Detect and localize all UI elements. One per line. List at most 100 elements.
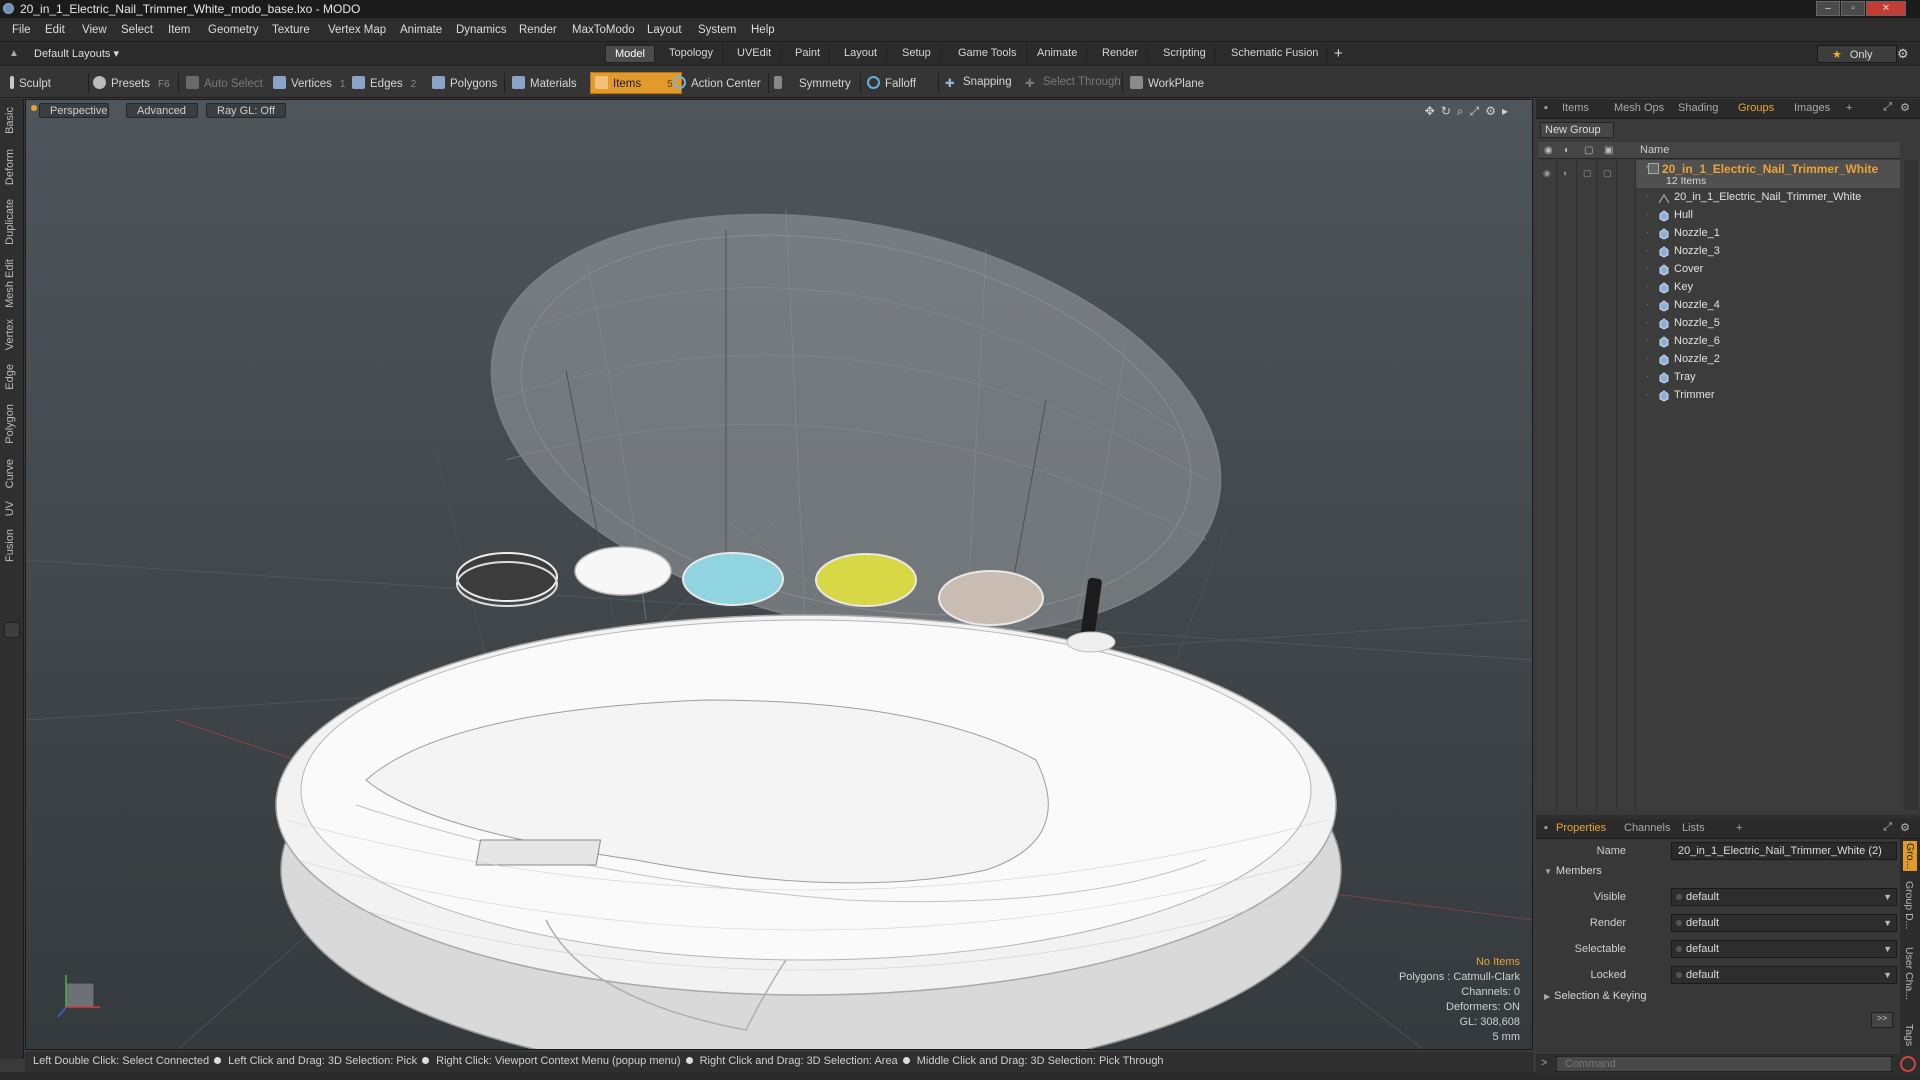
- presets-button[interactable]: Presets F6: [93, 72, 170, 94]
- menu-dynamics[interactable]: Dynamics: [456, 24, 506, 36]
- command-input[interactable]: [1556, 1056, 1892, 1072]
- tab-uvedit[interactable]: UVEdit: [728, 45, 782, 63]
- tab-game-tools[interactable]: Game Tools: [949, 45, 1027, 63]
- vtab-uv[interactable]: UV: [4, 501, 16, 516]
- visibility-column-icon[interactable]: ◉: [1544, 145, 1556, 156]
- visible-dropdown[interactable]: default ▼: [1671, 888, 1897, 906]
- vtab-mesh-edit[interactable]: Mesh Edit: [4, 259, 16, 308]
- tree-item[interactable]: · Nozzle_3: [1636, 243, 1900, 261]
- panel-pin-icon[interactable]: ▪: [1544, 102, 1548, 114]
- tab-add[interactable]: +: [1846, 102, 1852, 114]
- command-history-icon[interactable]: [1900, 1056, 1916, 1072]
- tree-item[interactable]: · Trimmer: [1636, 387, 1900, 405]
- toolbox-toggle-button[interactable]: [4, 622, 20, 638]
- menu-layout[interactable]: Layout: [647, 24, 682, 36]
- maximize-button[interactable]: ▫: [1841, 1, 1865, 16]
- minimize-button[interactable]: –: [1816, 1, 1840, 16]
- menu-edit[interactable]: Edit: [45, 24, 65, 36]
- tab-schematic-fusion[interactable]: Schematic Fusion: [1222, 45, 1329, 63]
- side-tab-group-display[interactable]: Group D...: [1903, 881, 1915, 929]
- symmetry-button[interactable]: Symmetry: [774, 72, 851, 94]
- materials-button[interactable]: Materials: [512, 72, 577, 94]
- menu-help[interactable]: Help: [751, 24, 775, 36]
- panel-gear-icon[interactable]: ⚙: [1900, 821, 1910, 834]
- tree-item[interactable]: · Nozzle_6: [1636, 333, 1900, 351]
- tree-item[interactable]: · Nozzle_5: [1636, 315, 1900, 333]
- tree-item[interactable]: · Tray: [1636, 369, 1900, 387]
- snapping-button[interactable]: ✚ Snapping: [945, 72, 1012, 94]
- menu-system[interactable]: System: [698, 24, 736, 36]
- side-tab-user-channels[interactable]: User Cha...: [1903, 947, 1915, 1000]
- tree-item[interactable]: · Hull: [1636, 207, 1900, 225]
- action-center-button[interactable]: Action Center: [673, 72, 761, 94]
- vtab-fusion[interactable]: Fusion: [4, 529, 16, 562]
- only-button[interactable]: ★ Only: [1817, 45, 1897, 63]
- panel-gear-icon[interactable]: ⚙: [1900, 101, 1910, 114]
- tab-animate[interactable]: Animate: [1028, 45, 1088, 63]
- menu-item[interactable]: Item: [168, 24, 190, 36]
- render-dropdown[interactable]: default ▼: [1671, 914, 1897, 932]
- vtab-edge[interactable]: Edge: [4, 364, 16, 390]
- tab-layout[interactable]: Layout: [835, 45, 888, 63]
- expand-panel-icon[interactable]: ⤢: [1883, 821, 1892, 834]
- polygons-button[interactable]: Polygons: [432, 72, 497, 94]
- sculpt-button[interactable]: Sculpt: [10, 72, 51, 94]
- tab-paint[interactable]: Paint: [786, 45, 831, 63]
- add-tab-icon[interactable]: +: [1334, 45, 1343, 62]
- vtab-vertex[interactable]: Vertex: [4, 319, 16, 350]
- lock-toggle-icon[interactable]: ▢: [1603, 168, 1613, 178]
- perspective-view-button[interactable]: Perspective: [39, 103, 109, 118]
- select-toggle-icon[interactable]: ▢: [1583, 168, 1593, 178]
- tab-images[interactable]: Images: [1794, 102, 1830, 114]
- menu-render[interactable]: Render: [519, 24, 557, 36]
- viewport-navigation-icons[interactable]: ✥↻⌕⤢⚙▸: [1425, 104, 1514, 119]
- tab-setup[interactable]: Setup: [893, 45, 941, 63]
- tree-item[interactable]: · Cover: [1636, 261, 1900, 279]
- render-column-icon[interactable]: ◐: [1564, 145, 1576, 156]
- vertices-button[interactable]: Vertices 1: [273, 72, 345, 94]
- expand-arrows-button[interactable]: >>: [1871, 1012, 1893, 1028]
- vtab-polygon[interactable]: Polygon: [4, 404, 16, 444]
- tree-item[interactable]: · 20_in_1_Electric_Nail_Trimmer_White: [1636, 189, 1900, 207]
- tab-properties[interactable]: Properties: [1556, 822, 1606, 834]
- tab-topology[interactable]: Topology: [660, 45, 724, 63]
- close-window-button[interactable]: ✕: [1866, 1, 1906, 16]
- tree-item[interactable]: · Nozzle_1: [1636, 225, 1900, 243]
- vtab-duplicate[interactable]: Duplicate: [4, 199, 16, 245]
- group-name-field[interactable]: 20_in_1_Electric_Nail_Trimmer_White (2): [1671, 842, 1897, 860]
- raygl-toggle-button[interactable]: Ray GL: Off: [206, 103, 286, 118]
- default-layouts-dropdown[interactable]: Default Layouts ▾: [34, 47, 119, 60]
- eye-icon[interactable]: ◉: [1543, 168, 1553, 178]
- menu-texture[interactable]: Texture: [272, 24, 310, 36]
- menu-file[interactable]: File: [12, 24, 31, 36]
- panel-pin-icon[interactable]: ▪: [1544, 822, 1548, 834]
- tab-mesh-ops[interactable]: Mesh Ops: [1614, 102, 1664, 114]
- members-section-header[interactable]: ▼ Members: [1544, 865, 1602, 877]
- expand-panel-icon[interactable]: ⤢: [1883, 101, 1892, 114]
- auto-select-button[interactable]: Auto Select: [186, 72, 263, 94]
- name-column-header[interactable]: Name: [1640, 144, 1669, 156]
- workplane-button[interactable]: WorkPlane: [1130, 72, 1204, 94]
- vtab-deform[interactable]: Deform: [4, 149, 16, 185]
- 3d-viewport[interactable]: Perspective Advanced Ray GL: Off ✥↻⌕⤢⚙▸ …: [25, 99, 1533, 1050]
- menu-geometry[interactable]: Geometry: [208, 24, 259, 36]
- menu-animate[interactable]: Animate: [400, 24, 442, 36]
- tab-shading[interactable]: Shading: [1678, 102, 1718, 114]
- select-through-button[interactable]: ✚ Select Through: [1025, 72, 1121, 94]
- gear-icon[interactable]: ⚙: [1897, 46, 1909, 62]
- tab-lists[interactable]: Lists: [1682, 822, 1705, 834]
- shading-mode-button[interactable]: Advanced: [126, 103, 198, 118]
- tab-model[interactable]: Model: [605, 45, 655, 63]
- falloff-button[interactable]: Falloff: [867, 72, 916, 94]
- vtab-basic[interactable]: Basic: [4, 107, 16, 134]
- tree-item[interactable]: · Key: [1636, 279, 1900, 297]
- selection-keying-section-header[interactable]: ▶ Selection & Keying: [1544, 990, 1647, 1002]
- menu-view[interactable]: View: [82, 24, 107, 36]
- side-tab-tags[interactable]: Tags: [1903, 1024, 1915, 1046]
- tree-scrollbar[interactable]: [1904, 160, 1918, 810]
- tab-render[interactable]: Render: [1093, 45, 1149, 63]
- menu-select[interactable]: Select: [121, 24, 153, 36]
- layout-pin-icon[interactable]: ▲: [9, 48, 19, 59]
- select-column-icon[interactable]: ▢: [1584, 145, 1596, 156]
- selectable-dropdown[interactable]: default ▼: [1671, 940, 1897, 958]
